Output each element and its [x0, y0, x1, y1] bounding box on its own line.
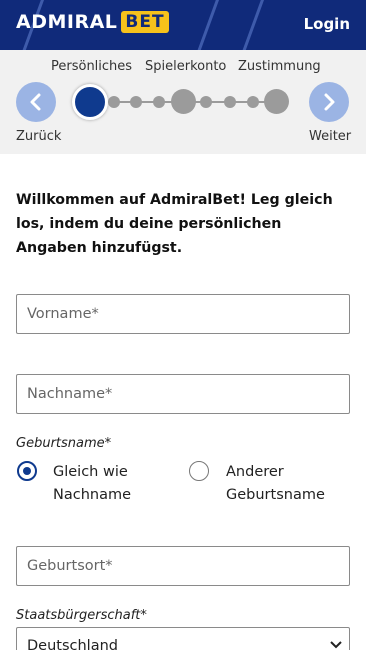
lastname-field[interactable] — [16, 374, 350, 414]
substep-dot — [108, 96, 120, 108]
step-dot-spielerkonto — [171, 89, 196, 114]
substep-dot — [200, 96, 212, 108]
substep-dot — [153, 96, 165, 108]
back-label[interactable]: Zurück — [16, 129, 61, 144]
radio-other-birthname[interactable] — [189, 461, 209, 481]
header-decoration — [236, 0, 267, 50]
step-label-zustimmung: Zustimmung — [238, 59, 321, 74]
chevron-down-icon — [330, 641, 342, 649]
next-button[interactable] — [309, 82, 349, 122]
step-dot-persoenliches — [72, 84, 108, 120]
step-dot-zustimmung — [264, 89, 289, 114]
login-button[interactable]: Login — [304, 15, 350, 33]
citizenship-value: Deutschland — [27, 638, 118, 650]
intro-text: Willkommen auf AdmiralBet! Leg gleich lo… — [16, 192, 333, 256]
radio-other-birthname-label[interactable]: Anderer Geburtsname — [226, 461, 346, 507]
radio-same-as-lastname[interactable] — [17, 461, 37, 481]
admiralbet-logo[interactable]: ADMIRAL BET — [16, 11, 169, 33]
citizenship-select[interactable]: Deutschland — [16, 627, 350, 650]
app-header: ADMIRAL BET Login — [0, 0, 366, 50]
radio-same-as-lastname-label[interactable]: Gleich wie Nachname — [53, 461, 173, 507]
back-button[interactable] — [16, 82, 56, 122]
substep-dot — [247, 96, 259, 108]
birthname-label: Geburtsname* — [16, 436, 112, 451]
citizenship-label: Staatsbürgerschaft* — [16, 608, 147, 623]
firstname-field[interactable] — [16, 294, 350, 334]
step-label-persoenliches: Persönliches — [51, 59, 133, 74]
logo-bet-badge: BET — [121, 11, 169, 33]
substep-dot — [130, 96, 142, 108]
chevron-left-icon — [30, 93, 41, 111]
header-decoration — [191, 0, 222, 50]
next-label[interactable]: Weiter — [309, 129, 351, 144]
chevron-right-icon — [324, 93, 335, 111]
logo-word: ADMIRAL — [16, 11, 118, 33]
registration-stepper: Persönliches Spielerkonto Zustimmung Zur… — [0, 50, 366, 154]
step-label-spielerkonto: Spielerkonto — [145, 59, 227, 74]
birthplace-field[interactable] — [16, 546, 350, 586]
substep-dot — [224, 96, 236, 108]
